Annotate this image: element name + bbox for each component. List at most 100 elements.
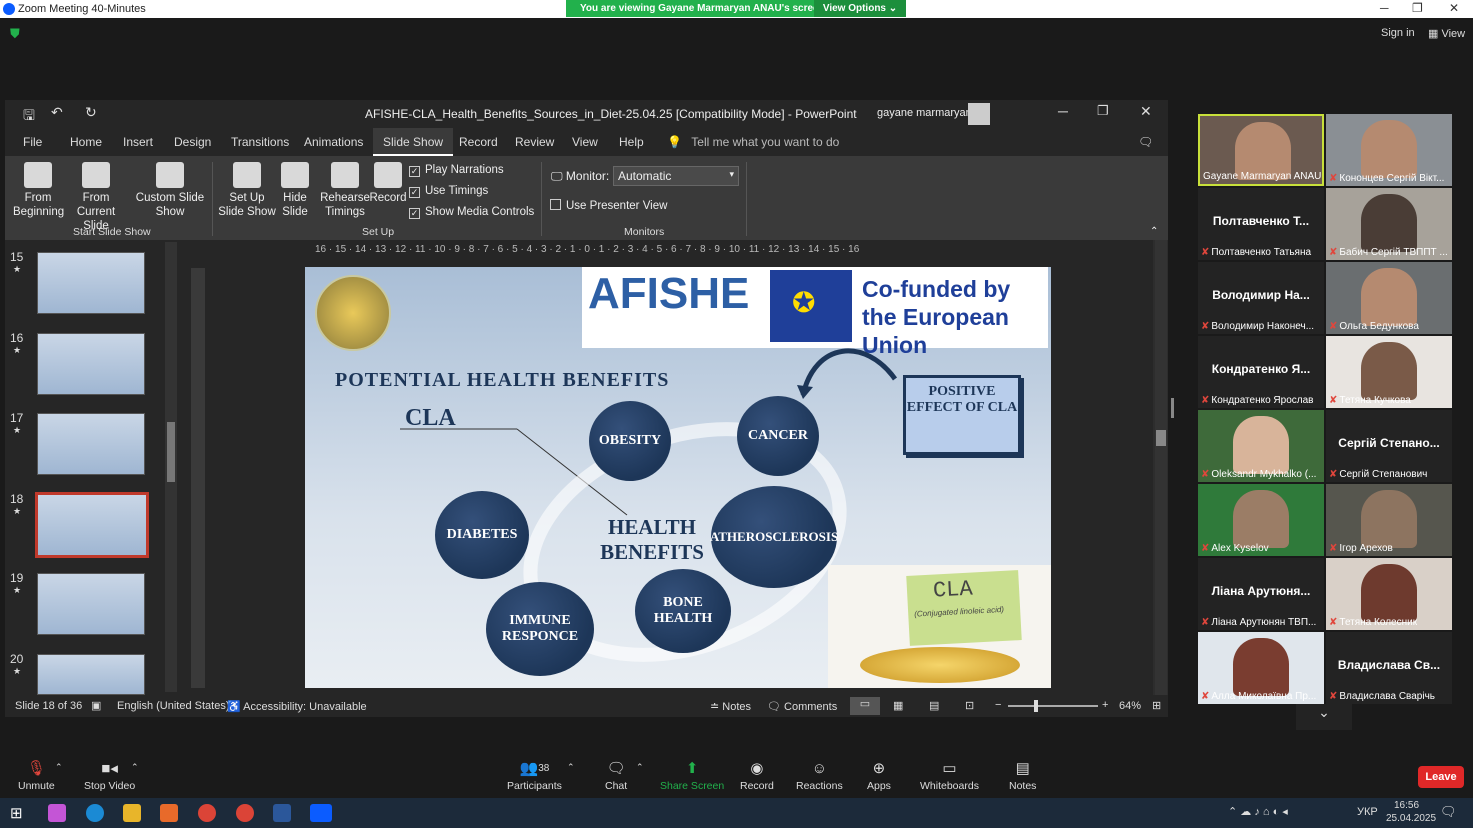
restore-icon[interactable]: ❐ — [1097, 103, 1109, 119]
close-icon[interactable]: ✕ — [1140, 103, 1152, 120]
avatar[interactable] — [968, 103, 990, 125]
custom-show-button[interactable]: Custom Slide Show — [135, 162, 205, 219]
slide-canvas[interactable]: AFISHE ✪ Co-funded by the European Union… — [305, 267, 1051, 688]
panel-resize-handle[interactable] — [1171, 398, 1174, 418]
clock-date[interactable]: 25.04.2025 — [1386, 813, 1436, 824]
tab-view[interactable]: View — [572, 135, 598, 149]
spellcheck-icon[interactable]: ▣ — [91, 699, 101, 712]
from-current-button[interactable]: From Current Slide — [65, 162, 127, 233]
slide-scrollbar[interactable] — [1155, 240, 1167, 695]
language-status[interactable]: English (United States) — [117, 700, 230, 712]
participant-tile[interactable]: ✘ Oleksandr Mykhalko (... — [1198, 410, 1324, 482]
participant-tile[interactable]: Кондратенко Я... ✘ Кондратенко Ярослав — [1198, 336, 1324, 408]
minimize-icon[interactable]: ─ — [1380, 1, 1389, 15]
participant-tile[interactable]: ✘ Alex Kyselov — [1198, 484, 1324, 556]
slide-thumbnail[interactable] — [37, 573, 145, 635]
participant-tile[interactable]: Сергій Степано... ✘ Сергій Степанович — [1326, 410, 1452, 482]
sign-in-link[interactable]: Sign in — [1381, 27, 1415, 39]
participant-tile[interactable]: ✘ Тетяна Колесник — [1326, 558, 1452, 630]
slideshow-view-icon[interactable]: ⊡ — [965, 699, 974, 712]
tab-home[interactable]: Home — [70, 135, 102, 149]
tab-record[interactable]: Record — [459, 135, 498, 149]
copilot-icon[interactable] — [48, 804, 66, 822]
hide-slide-button[interactable]: Hide Slide — [277, 162, 313, 219]
stop-video-button[interactable]: ■◂ Stop Video — [84, 760, 135, 792]
participant-tile[interactable]: ✘ Бабич Сергій ТВППТ ... — [1326, 188, 1452, 260]
zoom-taskbar-icon[interactable] — [310, 804, 332, 822]
save-icon[interactable]: 🖫 — [23, 105, 35, 129]
more-participants-chevron-icon[interactable]: ⌄ — [1296, 704, 1352, 730]
fit-slide-icon[interactable]: ⊞ — [1152, 699, 1161, 712]
apps-button[interactable]: ⊕ Apps — [867, 760, 891, 792]
participant-tile[interactable]: Ліана Арутюня... ✘ Ліана Арутюнян ТВП... — [1198, 558, 1324, 630]
tab-slide-show[interactable]: Slide Show — [373, 128, 454, 156]
chrome-icon[interactable] — [198, 804, 216, 822]
monitor-select[interactable]: Automatic ▾ — [613, 166, 739, 186]
slide-thumbnail[interactable] — [37, 252, 145, 314]
zoom-level[interactable]: 64% — [1119, 700, 1141, 712]
zoom-in-icon[interactable]: + — [1102, 699, 1108, 711]
participants-button[interactable]: 👥38 Participants — [507, 760, 562, 792]
comments-icon[interactable]: 🗨 — [1138, 135, 1153, 149]
chrome-icon[interactable] — [236, 804, 254, 822]
reactions-button[interactable]: ☺ Reactions — [796, 760, 843, 792]
zoom-out-icon[interactable]: − — [995, 699, 1001, 711]
unmute-button[interactable]: 🎙 Unmute — [18, 760, 55, 792]
zoom-slider-thumb[interactable] — [1034, 700, 1038, 712]
participant-tile[interactable]: ✘ Тетяна Кучкова — [1326, 336, 1452, 408]
file-explorer-icon[interactable] — [123, 804, 141, 822]
tab-insert[interactable]: Insert — [123, 135, 153, 149]
slide-thumbnail[interactable] — [37, 413, 145, 475]
chevron-up-icon[interactable]: ⌃ — [636, 762, 644, 773]
presenter-view-checkbox[interactable]: Use Presenter View — [550, 199, 667, 212]
close-icon[interactable]: ✕ — [1449, 1, 1459, 15]
slide-thumbnail[interactable] — [37, 654, 145, 695]
minimize-icon[interactable]: ─ — [1058, 103, 1068, 119]
view-options-button[interactable]: View Options ⌄ — [814, 0, 906, 17]
record-meeting-button[interactable]: ◉ Record — [740, 760, 774, 792]
tray-icons[interactable]: ⌃ ☁ ♪ ⌂ ◐ ◂ — [1228, 805, 1288, 818]
clock-time[interactable]: 16:56 — [1394, 800, 1419, 811]
media-player-icon[interactable] — [160, 804, 178, 822]
show-media-checkbox[interactable]: ✓ Show Media Controls — [409, 206, 534, 219]
keyboard-language[interactable]: УКР — [1357, 806, 1378, 818]
chevron-up-icon[interactable]: ⌃ — [131, 762, 139, 773]
tab-file[interactable]: File — [23, 135, 42, 149]
rehearse-timings-button[interactable]: Rehearse Timings — [317, 162, 373, 219]
zoom-slider[interactable] — [1008, 700, 1098, 712]
edge-icon[interactable] — [86, 804, 104, 822]
notification-icon[interactable]: 🗨 — [1440, 804, 1457, 820]
comments-button[interactable]: 🗨 Comments — [767, 700, 837, 713]
undo-icon[interactable]: ↶ — [51, 104, 63, 121]
tab-help[interactable]: Help — [619, 135, 644, 149]
chat-button[interactable]: 🗨 Chat — [605, 760, 627, 792]
tab-design[interactable]: Design — [174, 135, 211, 149]
participant-tile[interactable]: ✘ Алла Миколаївна Пр... — [1198, 632, 1324, 704]
word-icon[interactable] — [273, 804, 291, 822]
scroll-thumb[interactable] — [167, 422, 175, 482]
tab-transitions[interactable]: Transitions — [231, 135, 289, 149]
slide-thumbnail-selected[interactable] — [35, 492, 149, 558]
slide-thumbnail[interactable] — [37, 333, 145, 395]
maximize-icon[interactable]: ❐ — [1412, 1, 1423, 15]
tab-animations[interactable]: Animations — [304, 135, 363, 149]
accessibility-status[interactable]: ♿ Accessibility: Unavailable — [227, 700, 367, 713]
chevron-up-icon[interactable]: ⌃ — [55, 762, 63, 773]
notes-button[interactable]: ≐ Notes — [710, 700, 751, 713]
from-beginning-button[interactable]: From Beginning — [13, 162, 64, 219]
windows-start-icon[interactable]: ⊞ — [10, 804, 23, 822]
use-timings-checkbox[interactable]: ✓ Use Timings — [409, 185, 488, 198]
record-button[interactable]: Record — [367, 162, 409, 205]
collapse-ribbon-icon[interactable]: ⌃ — [1150, 226, 1158, 237]
notes-meeting-button[interactable]: ▤ Notes — [1009, 760, 1036, 792]
chevron-up-icon[interactable]: ⌃ — [567, 762, 575, 773]
participant-tile[interactable]: ✘ Ігор Арехов — [1326, 484, 1452, 556]
participant-tile[interactable]: Владислава Св... ✘ Владислава Сварічь — [1326, 632, 1452, 704]
setup-show-button[interactable]: Set Up Slide Show — [218, 162, 276, 219]
reading-view-icon[interactable]: ▤ — [929, 699, 939, 712]
normal-view-icon[interactable]: ▭ — [850, 697, 880, 715]
tab-review[interactable]: Review — [515, 135, 554, 149]
tell-me-search[interactable]: 💡 Tell me what you want to do — [667, 135, 839, 149]
play-narrations-checkbox[interactable]: ✓ Play Narrations — [409, 164, 504, 177]
slide-sorter-icon[interactable]: ▦ — [893, 699, 903, 712]
